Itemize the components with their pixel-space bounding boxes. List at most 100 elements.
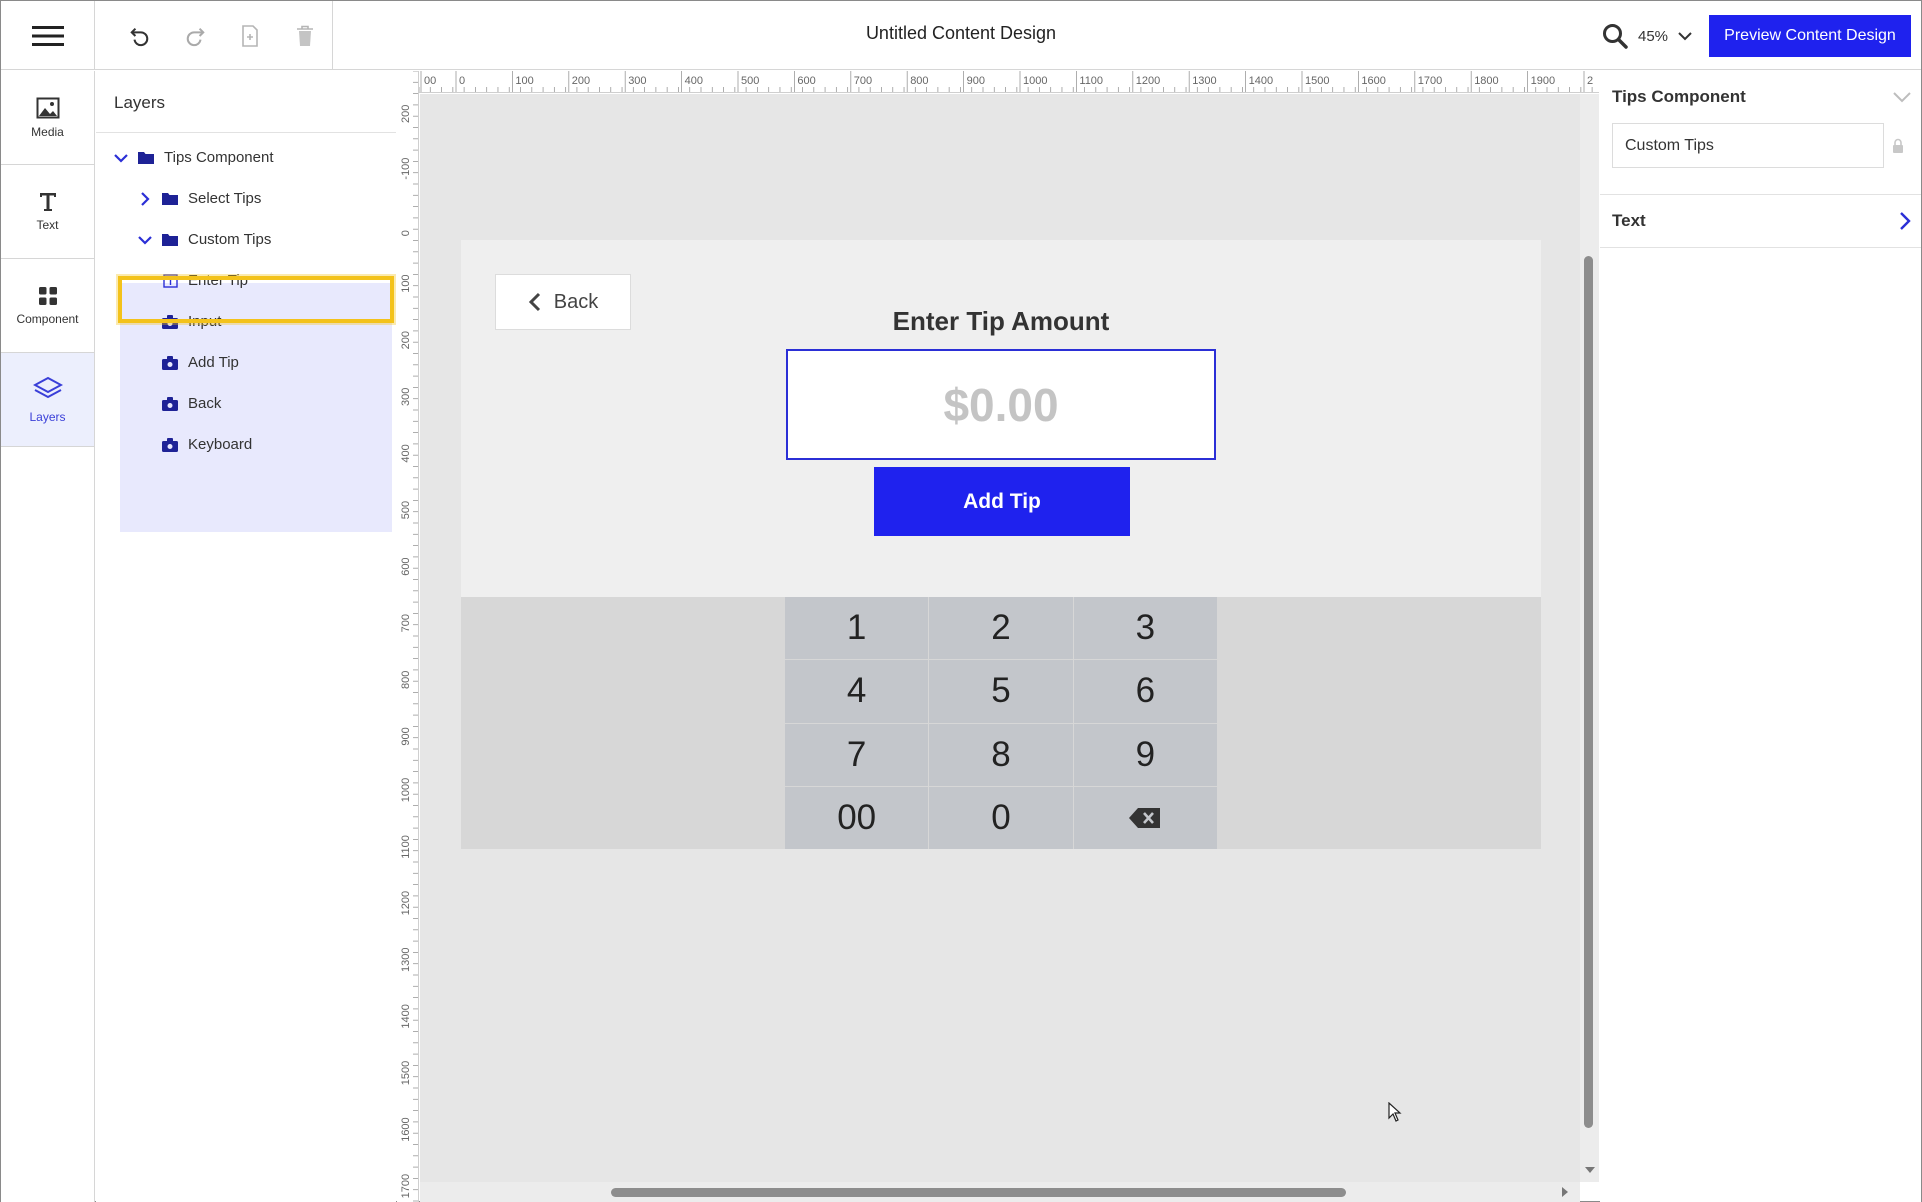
ruler-label: 700	[854, 75, 872, 87]
rail-item-layers[interactable]: Layers	[1, 353, 94, 447]
horizontal-scroll-thumb[interactable]	[611, 1188, 1346, 1197]
ruler-label: 200	[572, 75, 590, 87]
key-2[interactable]: 2	[929, 597, 1073, 660]
layer-custom-tips[interactable]: Custom Tips	[96, 219, 396, 260]
chevron-down-icon[interactable]	[114, 153, 128, 163]
ruler-label: 900	[967, 75, 985, 87]
key-0[interactable]: 0	[929, 786, 1073, 849]
layer-label: Tips Component	[164, 149, 274, 166]
ruler-label: 1500	[1305, 75, 1329, 87]
chevron-right-icon	[1900, 212, 1911, 230]
layer-select-tips[interactable]: Select Tips	[96, 178, 396, 219]
tips-component-header[interactable]: Tips Component	[1600, 71, 1921, 123]
vertical-scrollbar[interactable]	[1580, 94, 1599, 1182]
ruler-label: 1300	[1192, 75, 1216, 87]
ruler-label: 100	[400, 274, 412, 292]
image-icon	[36, 97, 59, 118]
layer-enter-tip[interactable]: Enter Tip	[96, 260, 396, 301]
layer-tree: Tips Component Select Tips Custom Tips E…	[96, 133, 396, 532]
menu-button[interactable]	[1, 1, 95, 70]
delete-button[interactable]	[277, 16, 332, 56]
key-7[interactable]: 7	[785, 723, 929, 786]
text-section-header[interactable]: Text	[1600, 195, 1921, 247]
key-6[interactable]: 6	[1073, 660, 1217, 723]
ruler-label: 1600	[1361, 75, 1385, 87]
grid-icon	[38, 286, 57, 305]
tip-amount-input[interactable]	[786, 349, 1216, 460]
component-name-field[interactable]	[1612, 123, 1884, 168]
ruler-label: 600	[400, 557, 412, 575]
preview-button[interactable]: Preview Content Design	[1709, 15, 1911, 57]
layer-tips-component[interactable]: Tips Component	[96, 137, 396, 178]
ruler-label: 1200	[1136, 75, 1160, 87]
key-00[interactable]: 00	[785, 786, 929, 849]
design-canvas[interactable]: Back Enter Tip Amount Add Tip 1 2 3 4 5 …	[420, 94, 1580, 1182]
layer-label: Keyboard	[188, 436, 253, 453]
rail-item-label: Layers	[29, 409, 66, 424]
ruler-label: 1400	[1249, 75, 1273, 87]
rail-item-label: Text	[36, 217, 59, 232]
top-bar: Untitled Content Design 45% Preview Cont…	[1, 1, 1921, 70]
ruler-label: 1100	[400, 835, 412, 859]
folder-icon	[138, 152, 154, 164]
undo-button[interactable]	[113, 16, 168, 56]
ruler-label: 00	[424, 75, 436, 87]
ruler-label: 1900	[1531, 75, 1555, 87]
artboard-custom-tips[interactable]: Back Enter Tip Amount Add Tip	[461, 240, 1541, 597]
backspace-icon	[1129, 807, 1161, 828]
key-9[interactable]: 9	[1073, 723, 1217, 786]
duplicate-button[interactable]	[223, 16, 278, 56]
app-window: Untitled Content Design 45% Preview Cont…	[0, 0, 1922, 1202]
ruler-label: 1800	[1474, 75, 1498, 87]
text-icon	[39, 192, 56, 211]
vertical-ruler: 200 -100 0 100 200 300 400 500 600 700 800 900 1000 1…	[397, 71, 419, 1202]
horizontal-scrollbar[interactable]	[420, 1182, 1580, 1202]
vertical-scroll-thumb[interactable]	[1584, 256, 1593, 1128]
lock-icon[interactable]	[1892, 138, 1904, 154]
vertical-ruler-scale: 200 -100 0 100 200 300 400 500 600 700 800 900 1000 1…	[400, 71, 418, 1202]
rail-item-component[interactable]: Component	[1, 259, 94, 353]
add-tip-button[interactable]: Add Tip	[874, 467, 1130, 536]
name-field-row	[1600, 123, 1921, 194]
ruler-label: 900	[400, 727, 412, 745]
key-backspace[interactable]	[1073, 786, 1217, 849]
redo-icon	[186, 27, 205, 46]
chevron-right-icon[interactable]	[140, 191, 150, 206]
key-3[interactable]: 3	[1073, 597, 1217, 660]
rail-item-media[interactable]: Media	[1, 71, 94, 165]
layer-input[interactable]: Input	[96, 301, 396, 342]
ruler-label: 400	[685, 75, 703, 87]
ruler-label: 0	[459, 75, 465, 87]
scroll-down-arrow-icon[interactable]	[1584, 1166, 1596, 1174]
new-page-icon	[242, 24, 258, 47]
horizontal-ruler-scale: 00 0 100 200 300 400 500 600 700 800 900 1000 1100 12…	[419, 71, 1593, 92]
ruler-label: 400	[400, 444, 412, 462]
rail-item-text[interactable]: Text	[1, 165, 94, 259]
key-1[interactable]: 1	[785, 597, 929, 660]
component-icon	[162, 396, 178, 411]
layer-label: Back	[188, 395, 222, 412]
scroll-right-arrow-icon[interactable]	[1561, 1186, 1569, 1198]
layer-add-tip[interactable]: Add Tip	[96, 342, 396, 383]
zoom-control[interactable]: 45%	[1602, 19, 1692, 53]
chevron-down-icon	[1893, 92, 1911, 103]
enter-tip-title: Enter Tip Amount	[892, 306, 1110, 336]
redo-button[interactable]	[168, 16, 223, 56]
undo-icon	[130, 27, 149, 46]
search-icon	[1603, 24, 1628, 49]
layer-back[interactable]: Back	[96, 383, 396, 424]
key-5[interactable]: 5	[929, 660, 1073, 723]
ruler-label: 1700	[1418, 75, 1442, 87]
key-4[interactable]: 4	[785, 660, 929, 723]
chevron-down-icon[interactable]	[138, 235, 152, 245]
key-8[interactable]: 8	[929, 723, 1073, 786]
properties-panel: Tips Component Text	[1600, 71, 1921, 1202]
text-box-icon	[162, 273, 178, 288]
ruler-label: 1100	[1079, 75, 1103, 87]
ruler-label: 600	[797, 75, 815, 87]
layer-label: Select Tips	[188, 190, 262, 207]
trash-icon	[296, 25, 313, 46]
layer-keyboard[interactable]: Keyboard	[96, 424, 396, 465]
ruler-label: 800	[400, 671, 412, 689]
edit-toolbar	[95, 1, 333, 70]
